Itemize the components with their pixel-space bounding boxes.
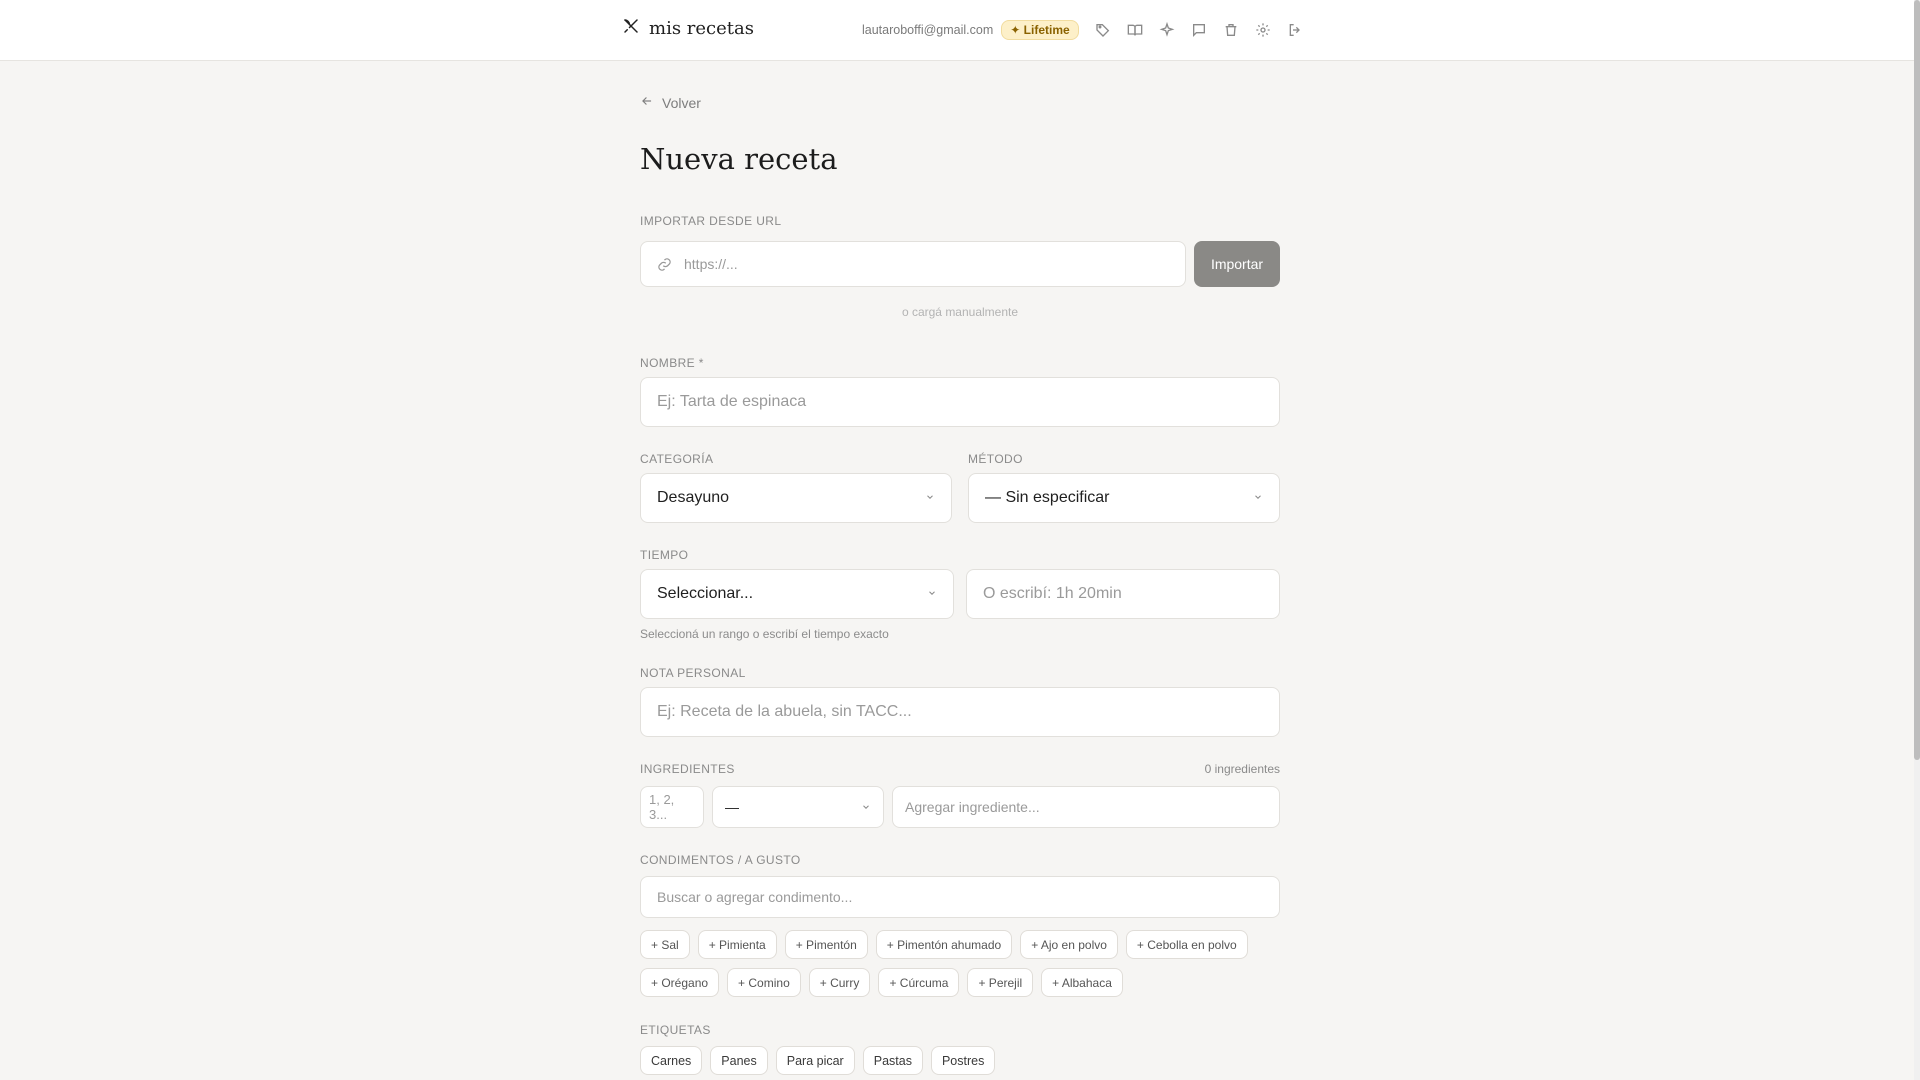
sparkles-icon[interactable] <box>1151 18 1183 42</box>
trash-icon[interactable] <box>1215 18 1247 42</box>
condiment-chip[interactable]: + Cúrcuma <box>878 968 960 997</box>
nota-label: NOTA PERSONAL <box>640 666 746 680</box>
message-icon[interactable] <box>1183 18 1215 42</box>
tiempo-placeholder: O escribí: 1h 20min <box>983 585 1122 602</box>
metodo-select[interactable]: — Sin especificar <box>968 473 1280 523</box>
condiment-chip[interactable]: + Orégano <box>640 968 720 997</box>
header-actions: lautaroboffi@gmail.com ✦ Lifetime <box>862 18 1311 42</box>
tiempo-value: Seleccionar... <box>657 585 754 602</box>
manual-hint: o cargá manualmente <box>901 305 1019 319</box>
chevron-down-icon <box>1253 489 1263 507</box>
condiment-chip[interactable]: + Curry <box>808 968 871 997</box>
book-icon[interactable] <box>1119 18 1151 42</box>
metodo-label: MÉTODO <box>968 452 1023 466</box>
nota-placeholder: Ej: Receta de la abuela, sin TACC... <box>657 703 912 720</box>
import-label: IMPORTAR DESDE URL <box>640 214 782 228</box>
condiment-chip[interactable]: + Perejil <box>967 968 1034 997</box>
etiquetas-chips: Carnes Panes Para picar Pastas Postres <box>640 1046 996 1075</box>
condimentos-label: CONDIMENTOS / A GUSTO <box>640 853 801 867</box>
etiquetas-label: ETIQUETAS <box>640 1023 711 1037</box>
unit-value: — <box>725 799 739 815</box>
condiment-chip[interactable]: + Pimentón <box>784 930 868 959</box>
user-email: lautaroboffi@gmail.com <box>862 23 994 37</box>
qty-placeholder: 1, 2, 3... <box>649 792 675 822</box>
condimento-input[interactable]: Buscar o agregar condimento... <box>640 876 1280 918</box>
ingredientes-label: INGREDIENTES <box>640 762 735 776</box>
brand[interactable]: mis recetas <box>622 17 754 40</box>
categoria-label: CATEGORÍA <box>640 452 714 466</box>
chevron-down-icon <box>925 489 935 507</box>
url-input[interactable]: https://... <box>640 241 1186 287</box>
ingredient-input[interactable]: Agregar ingrediente... <box>892 786 1280 828</box>
nombre-placeholder: Ej: Tarta de espinaca <box>657 393 807 410</box>
categoria-select[interactable]: Desayuno <box>640 473 952 523</box>
tiempo-label: TIEMPO <box>640 548 689 562</box>
logout-icon[interactable] <box>1279 18 1311 42</box>
gear-icon[interactable] <box>1247 18 1279 42</box>
nota-input[interactable]: Ej: Receta de la abuela, sin TACC... <box>640 687 1280 737</box>
tiempo-input[interactable]: O escribí: 1h 20min <box>966 569 1280 619</box>
chevron-down-icon <box>861 799 871 815</box>
page-title: Nueva receta <box>640 142 838 176</box>
metodo-value: — Sin especificar <box>985 489 1110 506</box>
back-link[interactable]: Volver <box>640 94 701 111</box>
condiment-chip[interactable]: + Ajo en polvo <box>1020 930 1118 959</box>
scrollbar[interactable] <box>1914 0 1920 1080</box>
plan-badge: ✦ Lifetime <box>1001 20 1079 40</box>
top-bar: mis recetas lautaroboffi@gmail.com ✦ Lif… <box>0 0 1914 61</box>
ingredient-unit-select[interactable]: — <box>712 786 884 828</box>
chevron-down-icon <box>927 585 937 603</box>
back-label: Volver <box>662 94 701 111</box>
tag-chip[interactable]: Pastas <box>862 1046 923 1075</box>
nombre-label: NOMBRE * <box>640 356 704 370</box>
condiment-chip[interactable]: + Comino <box>727 968 801 997</box>
brand-title: mis recetas <box>649 18 754 39</box>
condimento-chips-row-1: + Sal + Pimienta + Pimentón + Pimentón a… <box>640 930 1248 959</box>
import-button[interactable]: Importar <box>1194 241 1280 287</box>
categoria-value: Desayuno <box>657 489 730 506</box>
condiment-chip[interactable]: + Albahaca <box>1041 968 1123 997</box>
tiempo-select[interactable]: Seleccionar... <box>640 569 954 619</box>
tag-icon[interactable] <box>1087 18 1119 42</box>
condiment-chip[interactable]: + Pimienta <box>697 930 777 959</box>
tag-chip[interactable]: Carnes <box>640 1046 703 1075</box>
tag-chip[interactable]: Postres <box>930 1046 996 1075</box>
tiempo-hint: Seleccioná un rango o escribí el tiempo … <box>640 627 889 641</box>
ingredient-placeholder: Agregar ingrediente... <box>905 799 1040 815</box>
condimento-placeholder: Buscar o agregar condimento... <box>657 889 853 905</box>
tag-chip[interactable]: Para picar <box>775 1046 855 1075</box>
link-icon <box>657 257 672 272</box>
utensils-icon <box>622 17 640 40</box>
scrollbar-thumb[interactable] <box>1914 0 1920 760</box>
condiment-chip[interactable]: + Cebolla en polvo <box>1125 930 1248 959</box>
ingredientes-count: 0 ingredientes <box>1204 762 1280 776</box>
condiment-chip[interactable]: + Sal <box>640 930 690 959</box>
condimento-chips-row-2: + Orégano + Comino + Curry + Cúrcuma + P… <box>640 968 1123 997</box>
ingredient-qty-input[interactable]: 1, 2, 3... <box>640 786 704 828</box>
url-placeholder: https://... <box>684 256 738 272</box>
nombre-input[interactable]: Ej: Tarta de espinaca <box>640 377 1280 427</box>
condiment-chip[interactable]: + Pimentón ahumado <box>875 930 1013 959</box>
tag-chip[interactable]: Panes <box>710 1046 768 1075</box>
arrow-left-icon <box>640 94 654 111</box>
